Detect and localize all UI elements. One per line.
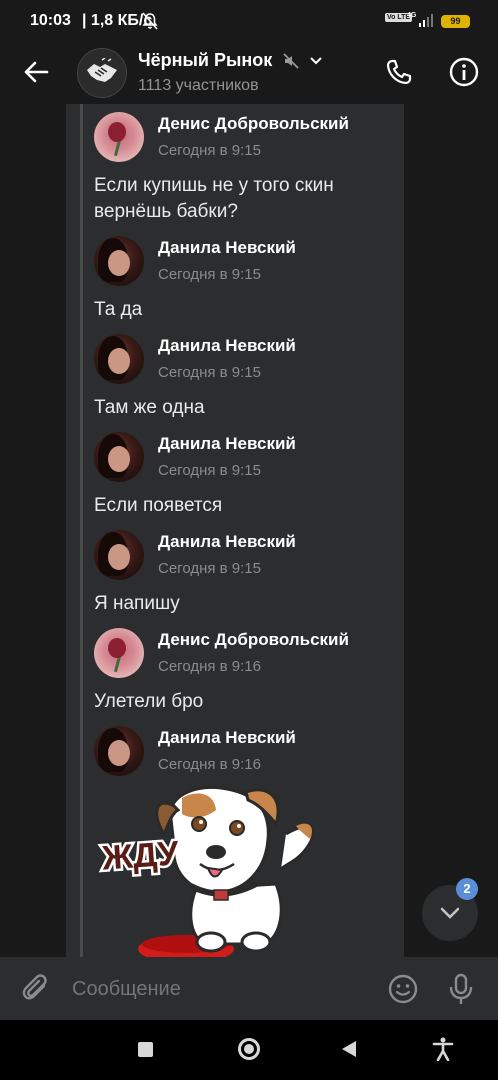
avatar[interactable]: [94, 236, 144, 286]
bell-off-icon: [142, 12, 158, 30]
chat-title: Чёрный Рынок: [138, 50, 273, 70]
status-bar: 10:03 | 1,8 КБ/с Vo LTE 4G 99: [0, 0, 498, 42]
phone-icon: [386, 59, 412, 85]
message-time: Сегодня в 9:15: [158, 462, 261, 479]
emoji-button[interactable]: [385, 971, 421, 1007]
avatar[interactable]: [94, 628, 144, 678]
paperclip-icon: [22, 974, 47, 1000]
muted-icon: [283, 52, 299, 69]
message-text: Я напишу: [94, 593, 180, 614]
call-button[interactable]: [380, 53, 418, 91]
message-time: Сегодня в 9:15: [158, 142, 261, 159]
voice-message-button[interactable]: [443, 971, 479, 1007]
system-back-button[interactable]: [342, 1041, 356, 1057]
home-button[interactable]: [238, 1038, 260, 1060]
author-name[interactable]: Данила Невский: [158, 336, 296, 356]
attach-button[interactable]: [18, 971, 54, 1007]
recent-apps-button[interactable]: [138, 1042, 153, 1057]
author-name[interactable]: Данила Невский: [158, 238, 296, 258]
chat-title-block[interactable]: Чёрный Рынок 1113 участников: [138, 50, 323, 95]
message-text: Улетели бро: [94, 691, 204, 712]
avatar[interactable]: [94, 432, 144, 482]
info-icon: [449, 57, 479, 87]
author-name[interactable]: Данила Невский: [158, 434, 296, 454]
author-name[interactable]: Денис Добровольский: [158, 630, 349, 650]
message-time: Сегодня в 9:16: [158, 756, 261, 773]
signal-icon: [419, 14, 433, 27]
avatar[interactable]: [94, 726, 144, 776]
chat-history[interactable]: Денис Добровольский Сегодня в 9:15 Если …: [0, 104, 498, 957]
smile-icon: [388, 974, 418, 1004]
handshake-icon: [87, 58, 117, 82]
avatar[interactable]: [94, 112, 144, 162]
chevron-down-icon: [440, 907, 460, 919]
battery-icon: 99: [441, 15, 470, 28]
author-name[interactable]: Денис Добровольский: [158, 114, 349, 134]
message-text: Если купишь не у того скин вернёшь бабки…: [94, 175, 334, 222]
microphone-icon: [449, 973, 473, 1004]
sticker-caption: ЖДУ: [100, 834, 181, 877]
network-type: 4G: [407, 12, 417, 19]
system-nav-bar: [0, 1020, 498, 1080]
author-name[interactable]: Данила Невский: [158, 532, 296, 552]
chat-header: Чёрный Рынок 1113 участников: [0, 42, 498, 104]
avatar[interactable]: [94, 530, 144, 580]
arrow-left-icon: [24, 61, 49, 83]
author-name[interactable]: Данила Невский: [158, 728, 296, 748]
accessibility-icon[interactable]: [432, 1037, 454, 1061]
unread-badge: 2: [456, 878, 478, 900]
participants-count: 1113 участников: [138, 77, 259, 94]
forward-line: [80, 104, 83, 957]
message-text: Там же одна: [94, 397, 205, 418]
message-time: Сегодня в 9:16: [158, 658, 261, 675]
message-time: Сегодня в 9:15: [158, 266, 261, 283]
status-time: 10:03: [30, 12, 71, 29]
message-text: Та да: [94, 299, 143, 320]
avatar[interactable]: [94, 334, 144, 384]
dog-sticker[interactable]: ЖДУ: [96, 784, 326, 957]
back-button[interactable]: [18, 54, 54, 90]
message-composer: [0, 957, 498, 1020]
group-avatar[interactable]: [77, 48, 127, 98]
chevron-down-icon: [310, 56, 322, 64]
message-input[interactable]: [72, 971, 362, 1007]
info-button[interactable]: [445, 53, 483, 91]
message-time: Сегодня в 9:15: [158, 560, 261, 577]
message-text: Если появется: [94, 495, 223, 516]
message-time: Сегодня в 9:15: [158, 364, 261, 381]
